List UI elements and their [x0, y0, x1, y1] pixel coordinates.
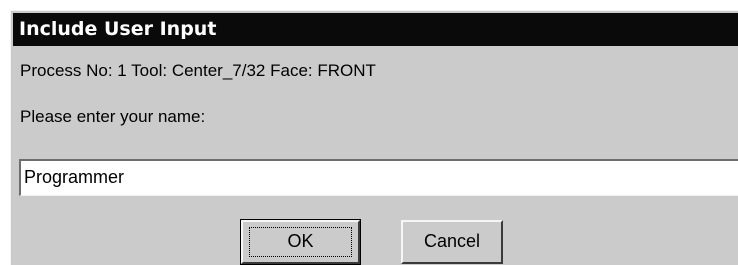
process-info-text: Process No: 1 Tool: Center_7/32 Face: FR…: [20, 61, 376, 80]
cancel-button-label: Cancel: [423, 231, 481, 251]
name-input[interactable]: Programmer: [19, 159, 738, 196]
ok-button-focus-ring: OK: [249, 227, 352, 257]
ok-button[interactable]: OK: [240, 219, 361, 265]
dialog-title: Include User Input: [19, 18, 217, 40]
ok-button-label: OK: [287, 231, 314, 251]
cancel-button[interactable]: Cancel: [401, 220, 503, 264]
name-prompt-label: Please enter your name:: [20, 107, 206, 126]
dialog-titlebar[interactable]: Include User Input: [13, 13, 738, 46]
include-user-input-dialog: Include User Input Process No: 1 Tool: C…: [10, 10, 738, 265]
